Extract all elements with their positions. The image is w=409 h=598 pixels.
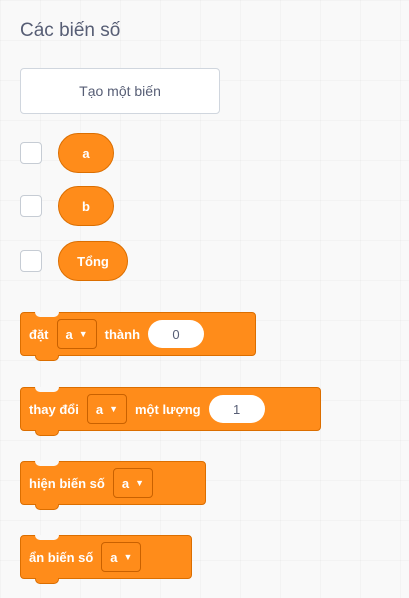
dropdown-value: a: [110, 549, 118, 565]
variable-dropdown[interactable]: a ▼: [112, 468, 153, 498]
variable-reporter-b[interactable]: b: [58, 186, 114, 226]
create-variable-button[interactable]: Tạo một biến: [20, 68, 220, 114]
dropdown-value: a: [121, 475, 130, 491]
value-input[interactable]: 1: [208, 395, 265, 423]
block-label: thay đổi: [29, 401, 79, 417]
chevron-down-icon: ▼: [109, 404, 118, 414]
variable-checkbox-tong[interactable]: [20, 250, 42, 272]
dropdown-value: a: [95, 401, 104, 417]
hide-variable-block[interactable]: ẩn biến số a ▼: [20, 535, 192, 584]
chevron-down-icon: ▼: [78, 329, 88, 339]
variable-label: a: [82, 145, 90, 161]
set-variable-block[interactable]: đặt a ▼ thành 0: [20, 312, 256, 361]
variable-row-tong: Tổng: [20, 241, 128, 281]
show-variable-block[interactable]: hiện biến số a ▼: [20, 461, 206, 510]
variable-checkbox-b[interactable]: [20, 195, 42, 217]
variable-row-b: b: [20, 186, 114, 226]
variable-reporter-tong[interactable]: Tổng: [58, 241, 128, 281]
variable-dropdown[interactable]: a ▼: [56, 319, 97, 349]
variable-checkbox-a[interactable]: [20, 142, 42, 164]
variable-label: b: [82, 198, 90, 214]
value-text: 1: [232, 401, 241, 417]
block-connector: một lượng: [135, 401, 201, 417]
value-text: 0: [172, 326, 180, 342]
dropdown-value: a: [65, 326, 73, 342]
chevron-down-icon: ▼: [123, 552, 133, 562]
variable-dropdown[interactable]: a ▼: [101, 542, 142, 572]
variable-dropdown[interactable]: a ▼: [86, 394, 127, 424]
variable-label: Tổng: [77, 253, 109, 269]
change-variable-block[interactable]: thay đổi a ▼ một lượng 1: [20, 387, 321, 436]
variable-row-a: a: [20, 133, 114, 173]
value-input[interactable]: 0: [148, 320, 205, 348]
variable-reporter-a[interactable]: a: [58, 133, 114, 173]
block-connector: thành: [104, 326, 141, 342]
block-label: ẩn biến số: [29, 549, 94, 565]
create-variable-label: Tạo một biến: [79, 83, 161, 99]
section-title: Các biến số: [20, 20, 121, 41]
block-label: hiện biến số: [29, 475, 105, 491]
chevron-down-icon: ▼: [135, 478, 144, 488]
block-label: đặt: [29, 326, 49, 342]
